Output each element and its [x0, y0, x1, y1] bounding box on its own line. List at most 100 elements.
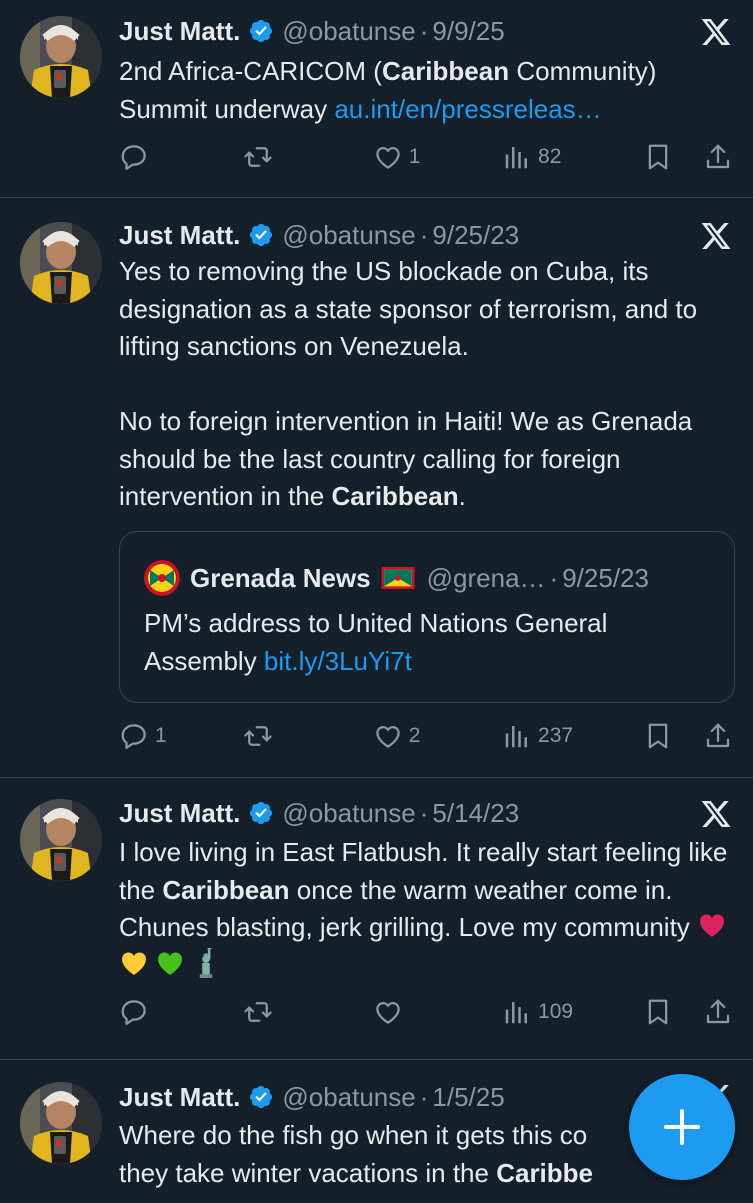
- separator-dot: ·: [419, 1081, 429, 1112]
- like-count: 1: [408, 145, 421, 168]
- author-name[interactable]: Just Matt.: [119, 220, 240, 251]
- quoted-tweet[interactable]: Grenada News @grena… · 9/25/23 PM’s addr…: [119, 531, 735, 703]
- quoted-tweet-header: Grenada News @grena… · 9/25/23: [144, 560, 718, 596]
- tweet-header: Just Matt. @obatunse · 9/25/23: [119, 218, 693, 252]
- highlighted-keyword: Caribbean: [162, 874, 290, 905]
- separator-dot: ·: [419, 219, 429, 250]
- share-button[interactable]: [703, 997, 733, 1027]
- repost-button[interactable]: [243, 142, 372, 172]
- share-icon: [703, 997, 733, 1027]
- x-logo-icon: [699, 16, 733, 48]
- tweet[interactable]: Just Matt. @obatunse · 9/25/23 Yes to re…: [0, 198, 753, 778]
- bookmark-button[interactable]: [643, 142, 703, 172]
- like-count: 2: [408, 724, 421, 747]
- views-chart-icon: [502, 997, 532, 1027]
- verified-badge-icon: [248, 222, 274, 248]
- tweet[interactable]: Just Matt. @obatunse · 5/14/23 I love li…: [0, 778, 753, 1060]
- repost-button[interactable]: [243, 997, 372, 1027]
- avatar[interactable]: [20, 1082, 102, 1164]
- quoted-tweet-date: 9/25/23: [562, 562, 649, 593]
- verified-badge-icon: [248, 18, 274, 44]
- highlighted-keyword: Caribbe: [496, 1157, 594, 1188]
- tweet-header: Just Matt. @obatunse · 5/14/23: [119, 796, 693, 830]
- tweet-text-segment: 2nd Africa-CARICOM (: [119, 56, 382, 86]
- author-name[interactable]: Just Matt.: [119, 1082, 240, 1113]
- tweet-text-segment: Community): [509, 56, 657, 86]
- separator-dot: ·: [419, 797, 429, 828]
- views-button[interactable]: 237: [502, 721, 643, 751]
- separator-dot: ·: [549, 562, 559, 593]
- quoted-author-handle: @grena…: [426, 562, 546, 593]
- avatar[interactable]: [20, 16, 102, 98]
- reply-button[interactable]: 1: [119, 721, 243, 751]
- tweet-date[interactable]: 5/14/23: [432, 798, 519, 829]
- quoted-tweet-link[interactable]: bit.ly/3LuYi7t: [264, 646, 412, 676]
- tweet-date[interactable]: 9/25/23: [432, 220, 519, 251]
- bookmark-icon: [643, 997, 673, 1027]
- tweet-text: Yes to removing the US blockade on Cuba,…: [119, 253, 735, 516]
- views-button[interactable]: 82: [502, 142, 643, 172]
- action-bar: 109: [119, 992, 733, 1032]
- reply-icon: [119, 997, 149, 1027]
- repost-icon: [243, 721, 273, 751]
- quoted-author-name: Grenada News: [190, 562, 371, 593]
- share-button[interactable]: [703, 142, 733, 172]
- repost-button[interactable]: [243, 721, 372, 751]
- author-name[interactable]: Just Matt.: [119, 16, 240, 47]
- tweet-text-segment: Summit underway: [119, 93, 335, 124]
- like-button[interactable]: 2: [373, 721, 502, 751]
- highlighted-keyword: Caribbean: [331, 481, 459, 511]
- author-handle[interactable]: @obatunse: [282, 16, 415, 47]
- x-logo-icon: [699, 798, 733, 830]
- bookmark-icon: [643, 142, 673, 172]
- green-heart-icon: [155, 948, 185, 978]
- avatar[interactable]: [20, 222, 102, 304]
- action-bar: 1 2 237: [119, 716, 733, 756]
- action-bar: 1 82: [119, 137, 733, 177]
- reply-count: 1: [155, 724, 167, 747]
- author-handle[interactable]: @obatunse: [282, 1082, 415, 1113]
- share-icon: [703, 721, 733, 751]
- author-name[interactable]: Just Matt.: [119, 798, 240, 829]
- heart-icon: [373, 721, 403, 751]
- author-handle[interactable]: @obatunse: [282, 798, 415, 829]
- tweet-header: Just Matt. @obatunse · 1/5/25: [119, 1080, 693, 1114]
- verified-badge-icon: [248, 800, 274, 826]
- views-chart-icon: [502, 721, 532, 751]
- avatar[interactable]: [20, 799, 102, 881]
- separator-dot: ·: [419, 15, 429, 46]
- plus-icon: [664, 1109, 700, 1145]
- reply-icon: [119, 721, 149, 751]
- tweet-date[interactable]: 1/5/25: [432, 1082, 504, 1113]
- heart-icon: [373, 142, 403, 172]
- reply-button[interactable]: [119, 997, 243, 1027]
- compose-post-button[interactable]: [629, 1074, 735, 1180]
- tweet-link[interactable]: au.int/en/pressreleas…: [334, 94, 601, 124]
- author-handle[interactable]: @obatunse: [282, 220, 415, 251]
- tweet-text-segment: they take winter vacations in the: [119, 1157, 497, 1188]
- reply-button[interactable]: [119, 142, 243, 172]
- tweet-text: I love living in East Flatbush. It reall…: [119, 834, 735, 984]
- reply-icon: [119, 142, 149, 172]
- views-button[interactable]: 109: [502, 997, 643, 1027]
- tweet-text-segment: Where do the fish go when it gets this c…: [119, 1120, 588, 1150]
- tweet-text-segment: .: [458, 481, 466, 511]
- like-button[interactable]: 1: [373, 142, 502, 172]
- views-chart-icon: [502, 142, 532, 172]
- yellow-heart-icon: [119, 948, 149, 978]
- x-logo-icon: [699, 220, 733, 252]
- quoted-tweet-text: PM’s address to United Nations General A…: [144, 604, 718, 680]
- verified-badge-icon: [248, 1084, 274, 1110]
- bookmark-button[interactable]: [643, 721, 703, 751]
- tweet-header: Just Matt. @obatunse · 9/9/25: [119, 14, 693, 48]
- share-button[interactable]: [703, 721, 733, 751]
- repost-icon: [243, 997, 273, 1027]
- bookmark-icon: [643, 721, 673, 751]
- view-count: 237: [538, 724, 574, 747]
- grenada-flag-icon: [381, 567, 415, 589]
- tweet[interactable]: Just Matt. @obatunse · 9/9/25 2nd Africa…: [0, 0, 753, 198]
- bookmark-button[interactable]: [643, 997, 703, 1027]
- tweet-date[interactable]: 9/9/25: [432, 16, 504, 47]
- like-button[interactable]: [373, 997, 502, 1027]
- share-icon: [703, 142, 733, 172]
